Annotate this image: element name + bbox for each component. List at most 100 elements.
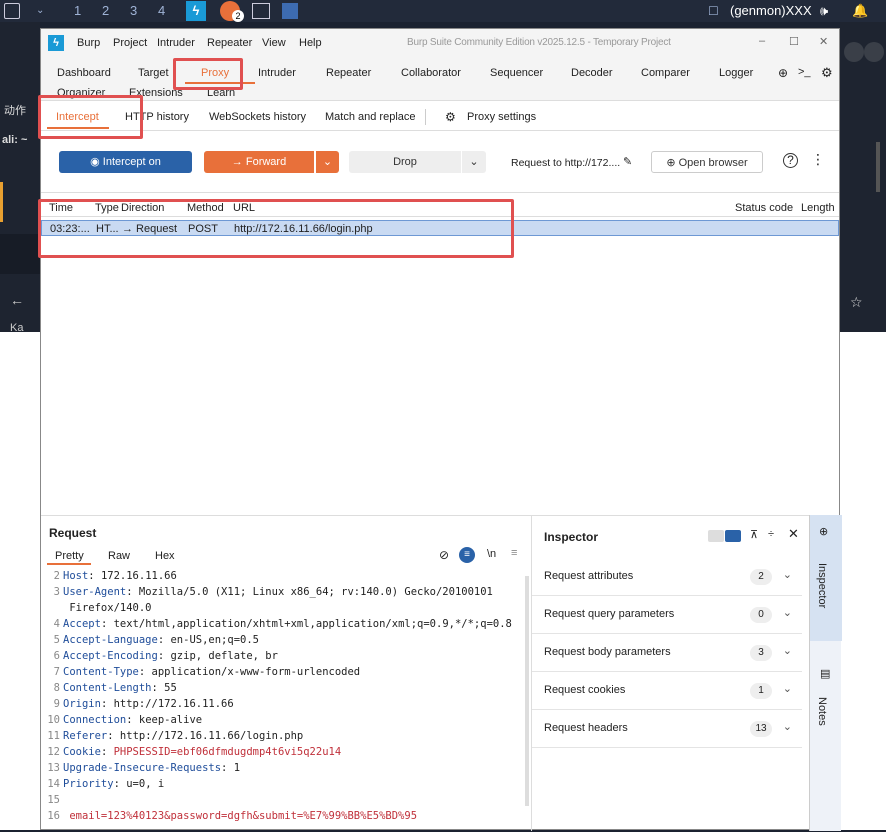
collapse-icon[interactable]: ÷ bbox=[768, 528, 774, 540]
tab-logger[interactable]: Logger bbox=[719, 67, 753, 79]
tab-target[interactable]: Target bbox=[138, 67, 169, 79]
bell-icon[interactable]: 🔔 bbox=[852, 1, 868, 21]
request-panel: Request Pretty Raw Hex ⊘ ≡ \n ≡ 2 Host: 1… bbox=[41, 515, 531, 831]
side-tab-inspector[interactable]: ⊕ Inspector bbox=[810, 515, 842, 641]
inspector-close-icon[interactable]: ✕ bbox=[788, 526, 799, 542]
tab-comparer[interactable]: Comparer bbox=[641, 67, 690, 79]
subtab-match-replace[interactable]: Match and replace bbox=[325, 111, 416, 123]
header-value: u=0, i bbox=[126, 778, 165, 790]
menu-view[interactable]: View bbox=[262, 37, 286, 49]
code-line: 16 email=123%40123&password=dgfh&submit=… bbox=[41, 808, 417, 824]
hide-icon[interactable]: ⊘ bbox=[439, 548, 449, 562]
menu-icon[interactable]: ≡ bbox=[511, 547, 517, 559]
newline-icon[interactable]: \n bbox=[487, 548, 496, 560]
chevron-down-icon[interactable]: ⌄ bbox=[36, 1, 44, 21]
forward-dropdown-chevron-icon[interactable]: ⌄ bbox=[315, 151, 339, 173]
code-line: 15 bbox=[41, 792, 69, 808]
intercept-on-button[interactable]: ◉ Intercept on bbox=[59, 151, 192, 173]
help-icon[interactable]: ? bbox=[783, 153, 798, 168]
chevron-down-icon[interactable]: ⌄ bbox=[783, 568, 792, 581]
col-status-code[interactable]: Status code bbox=[735, 202, 793, 214]
menu-burp[interactable]: Burp bbox=[77, 37, 100, 49]
editor-scrollbar[interactable] bbox=[525, 576, 529, 806]
tab-hex[interactable]: Hex bbox=[155, 550, 175, 562]
inspector-count-badge: 3 bbox=[750, 645, 772, 661]
tab-intruder[interactable]: Intruder bbox=[258, 67, 296, 79]
menu-help[interactable]: Help bbox=[299, 37, 322, 49]
proxy-settings-gear-icon[interactable]: ⚙ bbox=[445, 110, 456, 124]
maximize-button[interactable]: ☐ bbox=[789, 35, 799, 48]
tab-decoder[interactable]: Decoder bbox=[571, 67, 613, 79]
request-editor[interactable]: 2 Host: 172.16.11.66 3 User-Agent: Mozilla/… bbox=[41, 568, 523, 832]
inspector-list: Request attributes 2 ⌄ Request query parame… bbox=[532, 558, 802, 758]
layout-toggle-active-icon[interactable] bbox=[725, 530, 741, 542]
line-number: 13 bbox=[47, 762, 60, 774]
chevron-down-icon[interactable]: ⌄ bbox=[783, 720, 792, 733]
chevron-down-icon[interactable]: ⌄ bbox=[783, 606, 792, 619]
col-length[interactable]: Length bbox=[801, 202, 835, 214]
tab-pretty[interactable]: Pretty bbox=[55, 550, 84, 562]
star-icon[interactable]: ☆ bbox=[850, 294, 863, 311]
background-terminal: 动作 ali: ~ ← Ka bbox=[0, 22, 40, 334]
forward-button[interactable]: → Forward bbox=[204, 151, 314, 173]
inspector-row[interactable]: Request body parameters 3 ⌄ bbox=[532, 634, 802, 672]
inspector-row[interactable]: Request attributes 2 ⌄ bbox=[532, 558, 802, 596]
code-line: 13 Upgrade-Insecure-Requests: 1 bbox=[41, 760, 240, 776]
layout-toggle-icon[interactable] bbox=[708, 530, 724, 542]
header-name: User-Agent bbox=[63, 586, 127, 598]
notification-badge: 2 bbox=[232, 10, 244, 22]
desktop-taskbar: ⌄ 1 2 3 4 ϟ 2 ☐ (genmon)XXX 🕪 🔔 bbox=[0, 0, 886, 22]
terminal-icon[interactable] bbox=[4, 3, 20, 19]
home-folder-icon[interactable] bbox=[282, 3, 298, 19]
terminal-prompt-icon[interactable]: >_ bbox=[798, 66, 811, 78]
header-value: email=123%40123&password=dgfh&submit=%E7… bbox=[69, 810, 418, 822]
burp-app-icon[interactable]: ϟ bbox=[186, 1, 206, 21]
background-right-panel: ☆ bbox=[840, 22, 886, 332]
side-tab-notes[interactable]: Notes bbox=[816, 697, 828, 726]
header-value: 1 bbox=[233, 762, 241, 774]
tab-collaborator[interactable]: Collaborator bbox=[401, 67, 461, 79]
menu-project[interactable]: Project bbox=[113, 37, 147, 49]
tab-raw[interactable]: Raw bbox=[108, 550, 130, 562]
drop-dropdown-chevron-icon[interactable]: ⌄ bbox=[462, 151, 486, 173]
expand-icon[interactable]: ⊼ bbox=[750, 528, 758, 541]
globe-icon[interactable]: ⊕ bbox=[778, 66, 788, 80]
subtab-websockets-history[interactable]: WebSockets history bbox=[209, 111, 306, 123]
back-arrow-icon[interactable]: ← bbox=[10, 292, 24, 308]
inspector-row[interactable]: Request headers 13 ⌄ bbox=[532, 710, 802, 748]
inspector-panel: Inspector ⊼ ÷ ✕ Request attributes 2 ⌄ Requ… bbox=[531, 515, 809, 831]
highlight-request-row bbox=[38, 199, 514, 258]
inspector-row[interactable]: Request query parameters 0 ⌄ bbox=[532, 596, 802, 634]
window-icon[interactable]: ☐ bbox=[708, 1, 719, 21]
divider bbox=[425, 109, 426, 125]
settings-gear-icon[interactable]: ⚙ bbox=[821, 65, 833, 81]
line-number: 11 bbox=[47, 730, 60, 742]
tab-sequencer[interactable]: Sequencer bbox=[490, 67, 543, 79]
subtab-proxy-settings[interactable]: Proxy settings bbox=[467, 111, 536, 123]
minimize-button[interactable]: – bbox=[759, 35, 765, 47]
inspector-count-badge: 13 bbox=[750, 721, 772, 737]
volume-icon[interactable]: 🕪 bbox=[820, 1, 828, 21]
toggle-icon: ◉ bbox=[90, 156, 103, 168]
menu-intruder[interactable]: Intruder bbox=[157, 37, 195, 49]
more-options-icon[interactable]: ⋮ bbox=[811, 151, 825, 168]
drop-button[interactable]: Drop bbox=[349, 151, 461, 173]
tab-repeater[interactable]: Repeater bbox=[326, 67, 371, 79]
workspace-4[interactable]: 4 bbox=[158, 1, 165, 21]
menu-repeater[interactable]: Repeater bbox=[207, 37, 252, 49]
code-line: 6 Accept-Encoding: gzip, deflate, br bbox=[41, 648, 278, 664]
line-number: 14 bbox=[47, 778, 60, 790]
header-name: Accept bbox=[63, 618, 101, 630]
workspace-3[interactable]: 3 bbox=[130, 1, 137, 21]
open-browser-button[interactable]: ⊕ Open browser bbox=[651, 151, 763, 173]
terminal-icon-2[interactable] bbox=[252, 3, 270, 19]
workspace-2[interactable]: 2 bbox=[102, 1, 109, 21]
tab-dashboard[interactable]: Dashboard bbox=[57, 67, 111, 79]
list-view-icon[interactable]: ≡ bbox=[459, 547, 475, 563]
close-button[interactable]: ✕ bbox=[819, 35, 828, 48]
workspace-1[interactable]: 1 bbox=[74, 1, 81, 21]
chevron-down-icon[interactable]: ⌄ bbox=[783, 682, 792, 695]
inspector-row[interactable]: Request cookies 1 ⌄ bbox=[532, 672, 802, 710]
edit-pencil-icon[interactable]: ✎ bbox=[623, 155, 632, 168]
chevron-down-icon[interactable]: ⌄ bbox=[783, 644, 792, 657]
